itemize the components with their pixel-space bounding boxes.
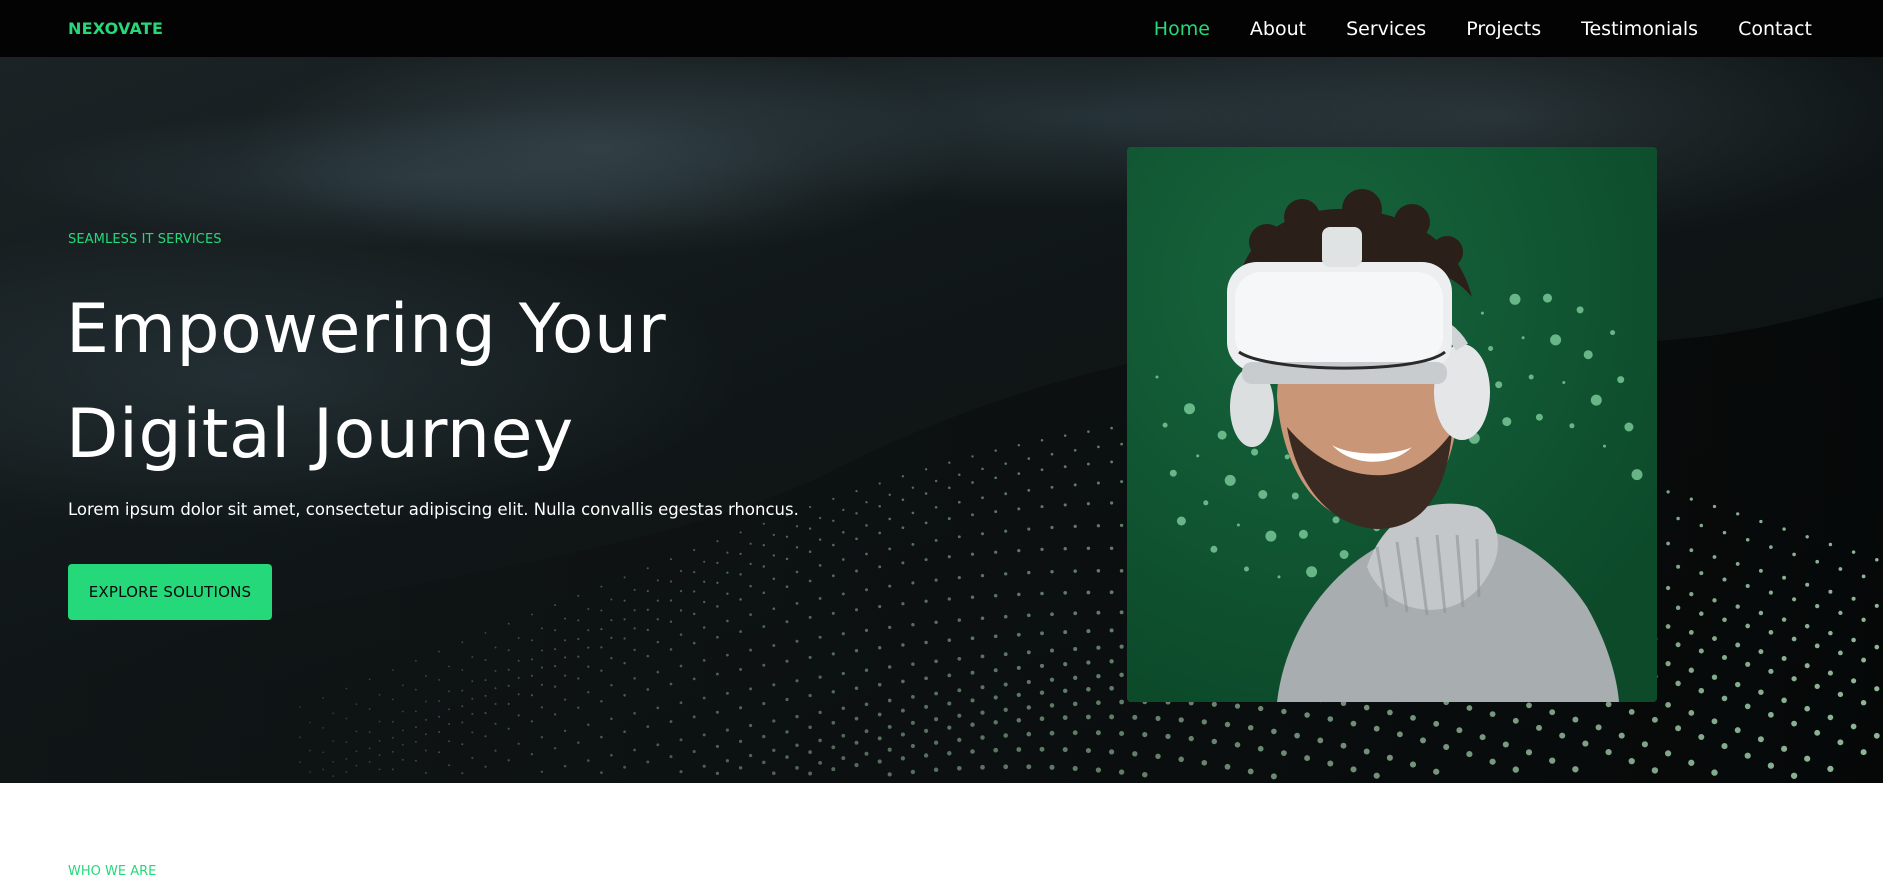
nav-item-projects[interactable]: Projects: [1466, 18, 1541, 40]
vr-person-illustration: [1127, 147, 1657, 702]
hero-title: Empowering Your Digital Journey: [66, 277, 826, 487]
hero-image-vr-person: [1127, 147, 1657, 702]
brand-logo[interactable]: NEXOVATE: [68, 19, 163, 38]
nav-item-home[interactable]: Home: [1154, 18, 1210, 40]
main-nav: Home About Services Projects Testimonial…: [1154, 18, 1815, 40]
nav-item-services[interactable]: Services: [1346, 18, 1426, 40]
hero-eyebrow: SEAMLESS IT SERVICES: [68, 232, 222, 247]
explore-solutions-button[interactable]: EXPLORE SOLUTIONS: [68, 564, 272, 620]
who-we-are-label: WHO WE ARE: [68, 864, 157, 879]
nav-item-contact[interactable]: Contact: [1738, 18, 1812, 40]
top-navbar: NEXOVATE Home About Services Projects Te…: [0, 0, 1883, 57]
nav-item-testimonials[interactable]: Testimonials: [1581, 18, 1698, 40]
hero-description: Lorem ipsum dolor sit amet, consectetur …: [68, 500, 799, 519]
hero-title-line1: Empowering Your: [66, 290, 667, 369]
hero-title-line2: Digital Journey: [66, 395, 574, 474]
hero-section: SEAMLESS IT SERVICES Empowering Your Dig…: [0, 57, 1883, 783]
nav-item-about[interactable]: About: [1250, 18, 1306, 40]
